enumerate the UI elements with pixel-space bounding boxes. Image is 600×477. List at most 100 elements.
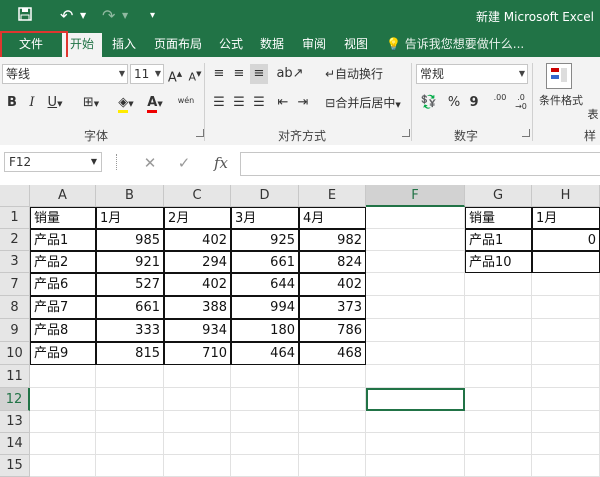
cell-e10[interactable]: 468	[299, 342, 366, 365]
cell-h7[interactable]	[532, 273, 600, 296]
cell-h9[interactable]	[532, 319, 600, 342]
orientation-button[interactable]: ab↗	[276, 64, 304, 84]
cell-b13[interactable]	[96, 411, 164, 433]
cell-e14[interactable]	[299, 433, 366, 455]
cell-e7[interactable]: 402	[299, 273, 366, 296]
cell-c9[interactable]: 934	[164, 319, 231, 342]
cell-b3[interactable]: 921	[96, 251, 164, 273]
cell-c14[interactable]	[164, 433, 231, 455]
tab-view[interactable]: 视图	[338, 33, 374, 57]
undo-dropdown-icon[interactable]: ▼	[80, 7, 86, 25]
cell-h10[interactable]	[532, 342, 600, 365]
phonetic-button[interactable]: wén	[174, 91, 198, 111]
cell-f1[interactable]	[366, 207, 465, 229]
row-header-2[interactable]: 2	[0, 229, 30, 251]
cell-d15[interactable]	[231, 455, 299, 477]
tab-review[interactable]: 审阅	[296, 33, 332, 57]
percent-button[interactable]: %	[446, 93, 462, 113]
cell-d14[interactable]	[231, 433, 299, 455]
row-header-10[interactable]: 10	[0, 342, 30, 365]
column-header-h[interactable]: H	[532, 185, 600, 207]
cell-h13[interactable]	[532, 411, 600, 433]
cell-f13[interactable]	[366, 411, 465, 433]
redo-dropdown-icon[interactable]: ▼	[122, 7, 128, 25]
cell-b15[interactable]	[96, 455, 164, 477]
cell-g8[interactable]	[465, 296, 532, 319]
align-top-button[interactable]: ≡	[210, 64, 228, 84]
cell-h11[interactable]	[532, 365, 600, 388]
accounting-format-button[interactable]: 💱	[416, 93, 442, 113]
row-header-13[interactable]: 13	[0, 411, 30, 433]
cell-a11[interactable]	[30, 365, 96, 388]
merge-center-button[interactable]: ⊟合并后居中▼	[318, 93, 408, 113]
row-header-8[interactable]: 8	[0, 296, 30, 319]
format-as-table-button[interactable]: 表	[586, 105, 600, 125]
redo-icon[interactable]: ↷	[102, 7, 115, 25]
row-header-1[interactable]: 1	[0, 207, 30, 229]
cell-f11[interactable]	[366, 365, 465, 388]
cell-g3[interactable]: 产品10	[465, 251, 532, 273]
row-header-15[interactable]: 15	[0, 455, 30, 477]
cell-c15[interactable]	[164, 455, 231, 477]
column-header-f[interactable]: F	[366, 185, 465, 207]
cell-b11[interactable]	[96, 365, 164, 388]
align-left-button[interactable]: ☰	[210, 93, 228, 113]
tab-page-layout[interactable]: 页面布局	[148, 33, 208, 57]
row-header-3[interactable]: 3	[0, 251, 30, 273]
cell-b14[interactable]	[96, 433, 164, 455]
increase-indent-button[interactable]: ⇥	[294, 93, 312, 113]
row-header-12[interactable]: 12	[0, 388, 30, 411]
tab-formulas[interactable]: 公式	[214, 33, 248, 57]
column-header-c[interactable]: C	[164, 185, 231, 207]
tab-insert[interactable]: 插入	[106, 33, 142, 57]
cell-a10[interactable]: 产品9	[30, 342, 96, 365]
column-header-a[interactable]: A	[30, 185, 96, 207]
cell-d2[interactable]: 925	[231, 229, 299, 251]
italic-button[interactable]: I	[24, 93, 40, 113]
row-header-11[interactable]: 11	[0, 365, 30, 388]
increase-decimal-button[interactable]: .00	[490, 93, 510, 113]
cell-a12[interactable]	[30, 388, 96, 411]
align-middle-button[interactable]: ≡	[230, 64, 248, 84]
cell-d3[interactable]: 661	[231, 251, 299, 273]
cell-h1[interactable]: 1月	[532, 207, 600, 229]
cell-a3[interactable]: 产品2	[30, 251, 96, 273]
tab-data[interactable]: 数据	[254, 33, 290, 57]
column-header-g[interactable]: G	[465, 185, 532, 207]
align-center-button[interactable]: ☰	[230, 93, 248, 113]
cell-c11[interactable]	[164, 365, 231, 388]
cell-a7[interactable]: 产品6	[30, 273, 96, 296]
cell-a8[interactable]: 产品7	[30, 296, 96, 319]
cell-g7[interactable]	[465, 273, 532, 296]
row-header-14[interactable]: 14	[0, 433, 30, 455]
cell-f9[interactable]	[366, 319, 465, 342]
cell-e13[interactable]	[299, 411, 366, 433]
cell-f15[interactable]	[366, 455, 465, 477]
select-all-corner[interactable]	[0, 185, 30, 207]
column-header-e[interactable]: E	[299, 185, 366, 207]
row-header-7[interactable]: 7	[0, 273, 30, 296]
cell-d8[interactable]: 994	[231, 296, 299, 319]
cell-e1[interactable]: 4月	[299, 207, 366, 229]
cell-d10[interactable]: 464	[231, 342, 299, 365]
borders-button[interactable]: ⊞▼	[78, 93, 104, 113]
cell-g10[interactable]	[465, 342, 532, 365]
cancel-icon[interactable]: ✕	[140, 153, 160, 173]
cell-d12[interactable]	[231, 388, 299, 411]
cell-f10[interactable]	[366, 342, 465, 365]
decrease-decimal-button[interactable]: .0 →0	[512, 93, 530, 113]
font-name-select[interactable]: 等线 ▼	[2, 64, 128, 84]
cell-d1[interactable]: 3月	[231, 207, 299, 229]
cell-g9[interactable]	[465, 319, 532, 342]
align-right-button[interactable]: ☰	[250, 93, 268, 113]
fill-color-button[interactable]: ◈▼	[112, 93, 140, 113]
cell-f8[interactable]	[366, 296, 465, 319]
cell-f12[interactable]	[366, 388, 465, 411]
grow-font-button[interactable]: A▲	[166, 64, 184, 85]
cell-e15[interactable]	[299, 455, 366, 477]
conditional-format-button[interactable]: 条件格式	[536, 91, 586, 111]
cell-a1[interactable]: 销量	[30, 207, 96, 229]
shrink-font-button[interactable]: A▼	[186, 64, 204, 84]
bold-button[interactable]: B	[4, 93, 20, 113]
cell-e11[interactable]	[299, 365, 366, 388]
